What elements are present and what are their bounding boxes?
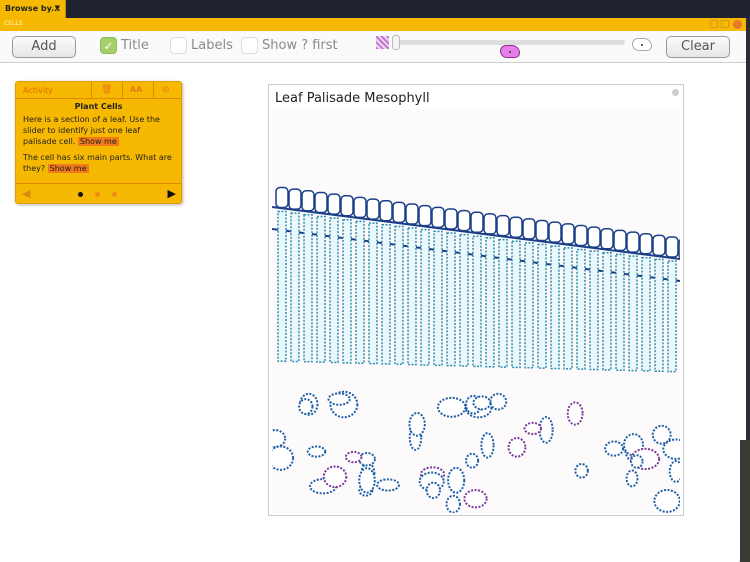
browse-label: Browse by... xyxy=(5,4,61,13)
minimize-icon[interactable] xyxy=(710,20,718,28)
card-title: Leaf Palisade Mesophyll xyxy=(275,91,430,106)
labels-checkbox-label[interactable]: Labels xyxy=(191,38,233,53)
activity-panel: Activity 🗑 AA ⊘ Plant Cells Here is a se… xyxy=(15,81,182,204)
activity-label: Activity xyxy=(23,86,53,95)
activity-paragraph-2: The cell has six main parts. What are th… xyxy=(23,153,172,173)
window-title: CELLS xyxy=(4,20,23,27)
image-card[interactable]: Leaf Palisade Mesophyll xyxy=(268,84,684,516)
activity-header: Activity 🗑 AA ⊘ xyxy=(16,82,181,99)
title-checkbox-label[interactable]: Title xyxy=(121,38,149,53)
cells-window: CELLS Add ✓ Title Labels Show ? first Cl… xyxy=(0,18,746,562)
activity-pager: ◀ ▶ xyxy=(16,183,181,203)
caret-down-icon: ▼ xyxy=(54,4,60,12)
activity-paragraph-1: Here is a section of a leaf. Use the sli… xyxy=(23,115,160,146)
top-bar: Browse by... ▼ xyxy=(0,0,750,18)
card-close-icon[interactable] xyxy=(672,89,679,96)
next-arrow-icon[interactable]: ▶ xyxy=(168,187,176,200)
prev-arrow-icon[interactable]: ◀ xyxy=(22,187,30,200)
show-me-link-2[interactable]: Show me xyxy=(47,164,89,173)
browse-by-dropdown[interactable]: Browse by... ▼ xyxy=(0,0,66,18)
font-size-icon[interactable]: AA xyxy=(130,85,142,94)
micrograph-image xyxy=(272,109,680,513)
activity-title: Plant Cells xyxy=(74,102,123,111)
show-me-link-1[interactable]: Show me xyxy=(77,137,119,146)
checkmark-icon: ✓ xyxy=(103,39,114,53)
page-dot-2[interactable] xyxy=(95,192,100,197)
tissue-texture-icon xyxy=(376,36,389,49)
toolbar: Add ✓ Title Labels Show ? first Clear xyxy=(0,31,746,63)
pop-out-icon[interactable]: ⊘ xyxy=(162,85,170,95)
trash-icon[interactable]: 🗑 xyxy=(101,85,112,95)
show-first-checkbox[interactable] xyxy=(241,37,258,54)
clear-button[interactable]: Clear xyxy=(666,36,730,58)
labels-checkbox[interactable] xyxy=(170,37,187,54)
page-dot-3[interactable] xyxy=(112,192,117,197)
pink-cell-marker-icon[interactable] xyxy=(500,45,520,58)
add-button[interactable]: Add xyxy=(12,36,76,58)
single-cell-icon xyxy=(632,38,652,51)
title-checkbox[interactable]: ✓ xyxy=(100,37,117,54)
resize-icon[interactable] xyxy=(721,20,729,28)
page-dot-1[interactable] xyxy=(78,192,83,197)
window-title-bar[interactable]: CELLS xyxy=(0,18,746,31)
zoom-slider-thumb[interactable] xyxy=(392,35,400,50)
background-edge xyxy=(740,440,750,562)
show-first-checkbox-label[interactable]: Show ? first xyxy=(262,38,338,53)
close-icon[interactable] xyxy=(733,20,742,29)
